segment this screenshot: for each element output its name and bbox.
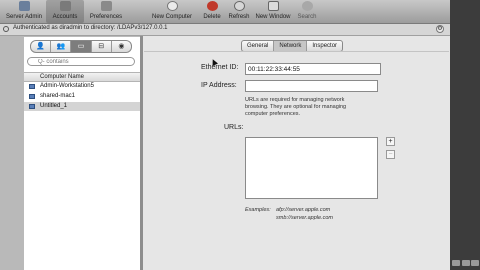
- delete-icon: [206, 1, 218, 11]
- tab-network[interactable]: Network: [274, 41, 308, 51]
- toolbar-preferences-button[interactable]: Preferences: [86, 0, 126, 23]
- preferences-icon: [100, 1, 112, 11]
- add-url-button[interactable]: +: [386, 137, 395, 146]
- dock-indicator-icon: [471, 260, 479, 266]
- tab-general[interactable]: General: [242, 41, 275, 51]
- dock-indicator-icon: [462, 260, 470, 266]
- authentication-bar: Authenticated as diradmin to directory: …: [0, 24, 450, 36]
- groups-tab[interactable]: 👥: [51, 41, 72, 52]
- users-tab[interactable]: 👤: [31, 41, 52, 52]
- computer-icon: ▭: [77, 43, 85, 50]
- accounts-icon: [59, 1, 71, 11]
- remove-url-button[interactable]: −: [386, 150, 395, 159]
- toolbar: Server Admin Accounts Preferences New Co…: [0, 0, 450, 24]
- network-panel: Ethernet ID: IP Address: URLs are requir…: [144, 51, 449, 270]
- examples-label: Examples:: [245, 207, 271, 213]
- example-url-smb: smb://server.apple.com: [276, 215, 333, 221]
- ip-address-field[interactable]: [245, 80, 378, 92]
- ethernet-id-field[interactable]: [245, 63, 381, 75]
- example-url-afp: afp://server.apple.com: [276, 207, 331, 213]
- computer-group-icon: ⊟: [98, 43, 105, 50]
- toolbar-server-admin-button[interactable]: Server Admin: [4, 0, 44, 23]
- computer-icon: [29, 84, 35, 89]
- tab-inspector[interactable]: Inspector: [307, 41, 342, 51]
- account-type-selector: 👤 👥 ▭ ⊟ ◉: [30, 40, 132, 53]
- dock-indicator-icon: [452, 260, 460, 266]
- urls-help-text: URLs are required for managing network b…: [245, 97, 347, 117]
- new-computer-icon: [166, 1, 178, 11]
- lock-icon[interactable]: [3, 26, 9, 32]
- list-item[interactable]: Admin-Workstation5: [24, 82, 140, 91]
- action-menu-icon[interactable]: ⚙: [436, 25, 444, 33]
- account-sidebar: 👤 👥 ▭ ⊟ ◉ Computer Name Admin-Workstatio…: [24, 37, 140, 270]
- list-item[interactable]: shared-mac1: [24, 92, 140, 101]
- urls-label: URLs:: [224, 124, 244, 131]
- ip-address-label: IP Address:: [201, 82, 237, 89]
- toolbar-search-button[interactable]: Search: [294, 0, 320, 23]
- list-item[interactable]: Untitled_1: [24, 102, 140, 111]
- toolbar-new-computer-button[interactable]: New Computer: [150, 0, 194, 23]
- ethernet-id-label: Ethernet ID:: [201, 64, 239, 71]
- desktop-background: [450, 0, 480, 270]
- toolbar-new-window-button[interactable]: New Window: [252, 0, 294, 23]
- other-tab[interactable]: ◉: [112, 41, 131, 52]
- detail-pane: General Network Inspector Ethernet ID: I…: [143, 36, 450, 270]
- computer-name-column-header[interactable]: Computer Name: [24, 72, 140, 82]
- group-icon: 👥: [56, 43, 66, 50]
- server-admin-icon: [18, 1, 30, 11]
- new-window-icon: [267, 1, 279, 11]
- computer-groups-tab[interactable]: ⊟: [92, 41, 112, 52]
- workgroup-manager-window: Server Admin Accounts Preferences New Co…: [0, 0, 450, 270]
- sidebar-search: [27, 57, 135, 66]
- globe-icon: ◉: [118, 43, 125, 50]
- search-input[interactable]: [38, 58, 128, 65]
- computers-tab[interactable]: ▭: [71, 41, 92, 52]
- refresh-icon: [233, 1, 245, 11]
- urls-list[interactable]: [245, 137, 378, 199]
- authentication-status: Authenticated as diradmin to directory: …: [13, 25, 168, 31]
- toolbar-refresh-button[interactable]: Refresh: [226, 0, 252, 23]
- computer-icon: [29, 94, 35, 99]
- toolbar-accounts-button[interactable]: Accounts: [46, 0, 84, 23]
- user-icon: 👤: [36, 43, 45, 50]
- computer-icon: [29, 104, 35, 109]
- search-icon: [301, 1, 313, 11]
- toolbar-delete-button[interactable]: Delete: [198, 0, 226, 23]
